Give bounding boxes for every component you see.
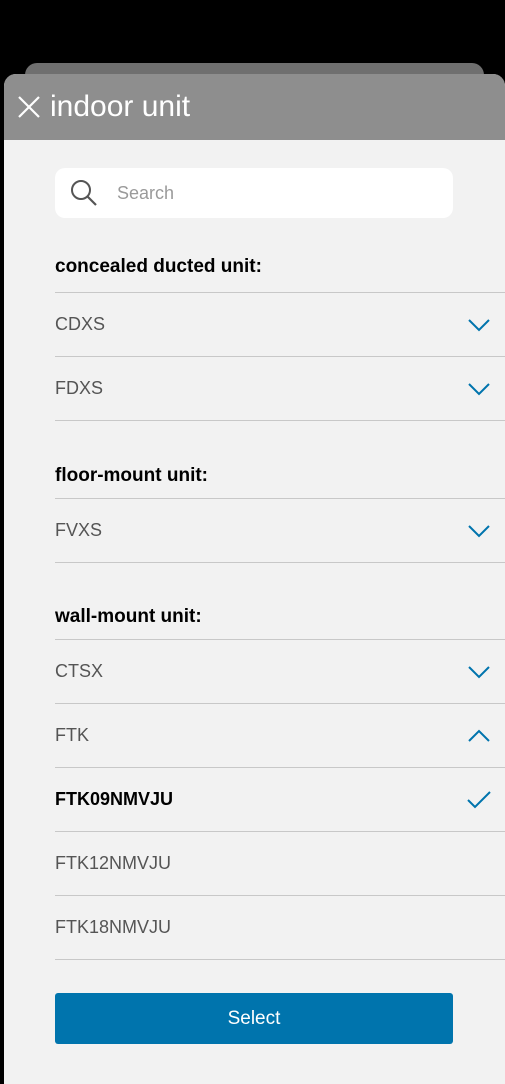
search-icon xyxy=(69,178,99,208)
list-item-ctsx[interactable]: CTSX xyxy=(55,640,505,704)
list-item-label: CTSX xyxy=(55,661,104,681)
search-box[interactable] xyxy=(55,168,453,218)
list-item-label: FVXS xyxy=(55,520,103,540)
list-item-ftk[interactable]: FTK xyxy=(55,704,505,768)
list-item-ftk18nmvju[interactable]: FTK18NMVJU xyxy=(55,896,505,960)
list-item-label: FDXS xyxy=(55,378,104,398)
list-item-ftk09nmvju[interactable]: FTK09NMVJU xyxy=(55,768,505,832)
chevron-up-icon xyxy=(467,724,491,748)
chevron-down-icon xyxy=(467,519,491,543)
select-button[interactable]: Select xyxy=(55,993,453,1044)
list-item-label: FTK09NMVJU xyxy=(55,789,174,809)
section-title-floor-mount: floor-mount unit: xyxy=(55,465,209,486)
list-item-label: FTK12NMVJU xyxy=(55,853,172,873)
bottom-sheet: indoor unit concealed ducted unit: CDXS … xyxy=(4,74,505,1084)
close-icon[interactable] xyxy=(16,94,42,120)
search-input[interactable] xyxy=(115,181,419,205)
list-item-ftk12nmvju[interactable]: FTK12NMVJU xyxy=(55,832,505,896)
chevron-down-icon xyxy=(467,313,491,337)
list-item-label: CDXS xyxy=(55,314,106,334)
sheet-header: indoor unit xyxy=(4,74,505,140)
chevron-down-icon xyxy=(467,660,491,684)
list-item-cdxs[interactable]: CDXS xyxy=(55,293,505,357)
list-item-label: FTK xyxy=(55,725,89,745)
list-item-fdxs[interactable]: FDXS xyxy=(55,357,505,421)
section-title-concealed-ducted: concealed ducted unit: xyxy=(55,256,262,277)
sheet-title: indoor unit xyxy=(50,90,191,123)
list-item-label: FTK18NMVJU xyxy=(55,917,172,937)
section-title-wall-mount: wall-mount unit: xyxy=(55,606,202,627)
chevron-down-icon xyxy=(467,377,491,401)
list-item-fvxs[interactable]: FVXS xyxy=(55,499,505,563)
checkmark-icon xyxy=(467,788,491,812)
